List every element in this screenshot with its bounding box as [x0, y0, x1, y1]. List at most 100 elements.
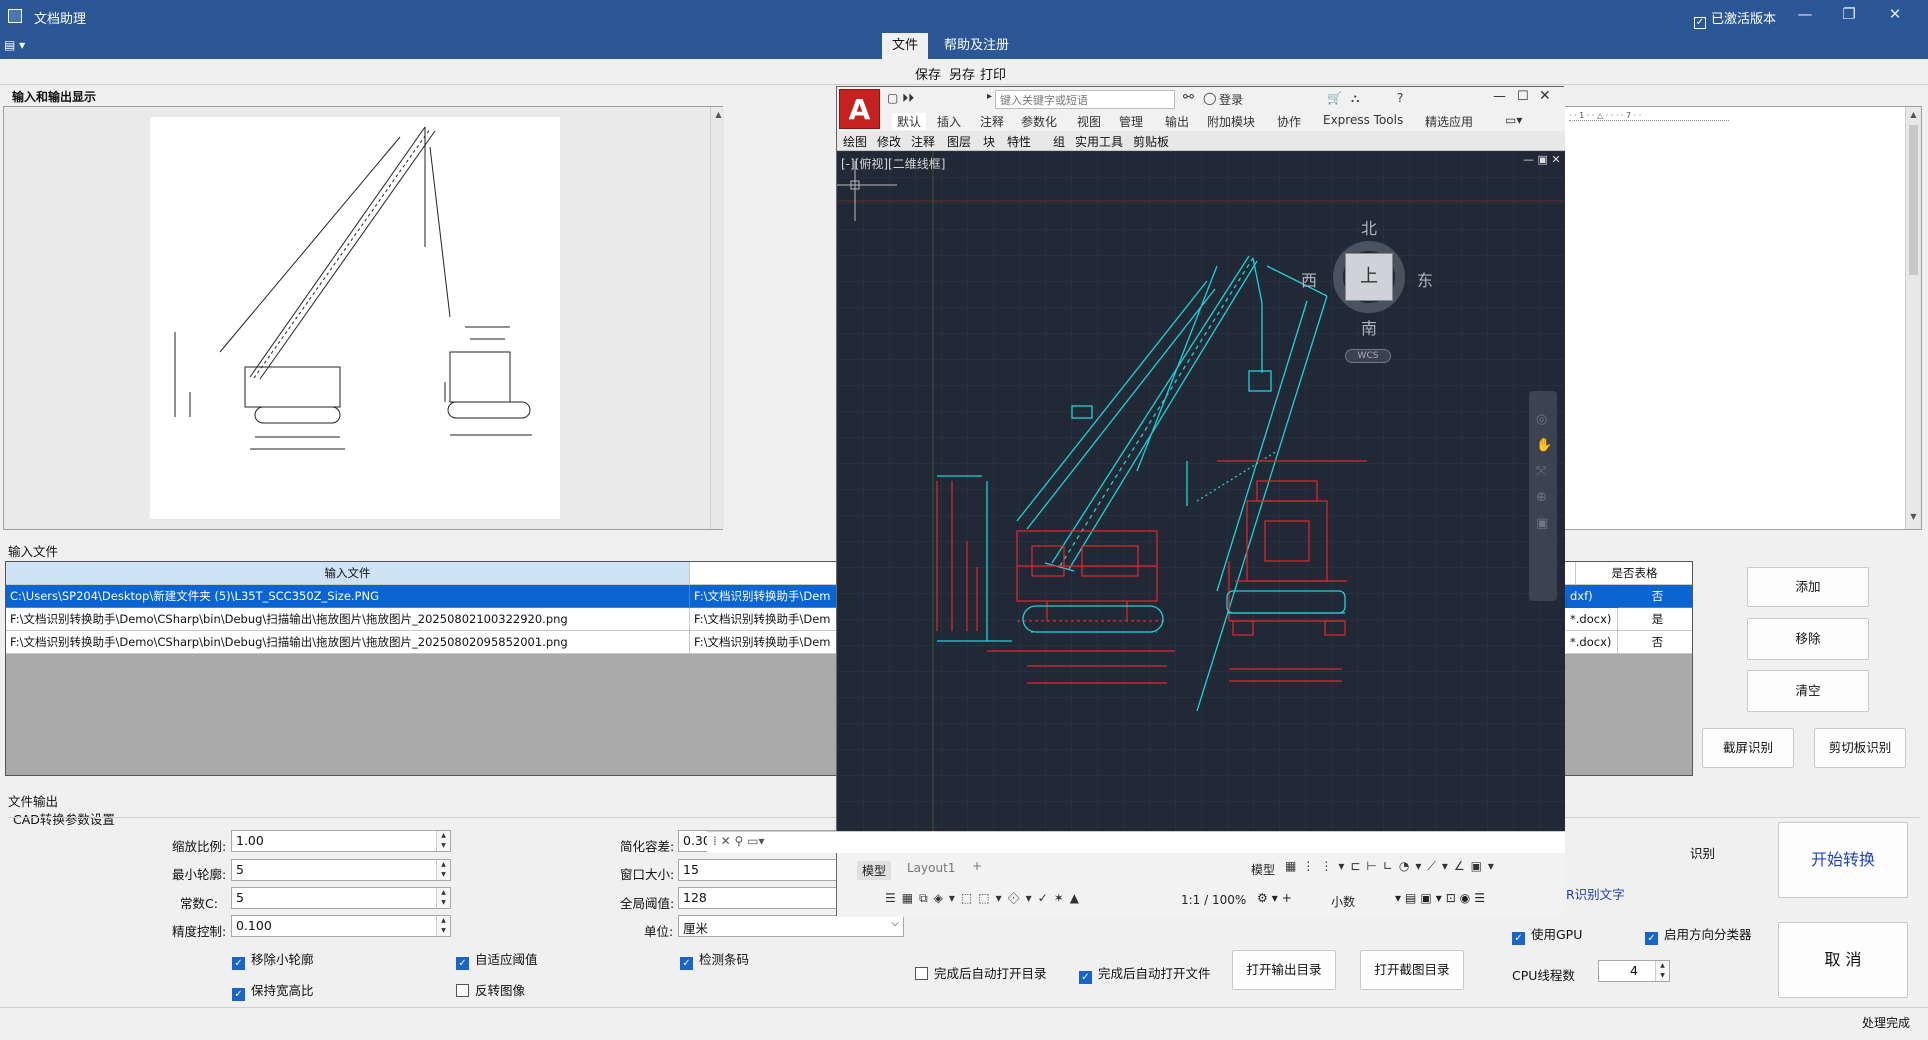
- output-scrollbar[interactable]: ▲ ▼: [1905, 107, 1921, 529]
- viewcube[interactable]: 上 北 南 东 西: [1301, 219, 1433, 339]
- annotation-scale[interactable]: 1:1 / 100%: [1181, 893, 1246, 907]
- command-close-icon[interactable]: ⁞ ✕ ⚲ ▭▾: [713, 834, 764, 848]
- start-convert-button[interactable]: 开始转换: [1778, 822, 1908, 898]
- autocad-logo-icon[interactable]: A: [839, 89, 880, 129]
- compass-east[interactable]: 东: [1417, 267, 1433, 291]
- acad-minimize-icon[interactable]: —: [1493, 89, 1506, 104]
- tab-layout1[interactable]: Layout1: [907, 861, 955, 875]
- cpu-threads-input[interactable]: 4 ▲ ▼: [1598, 960, 1670, 982]
- scale-stepper[interactable]: ▲ ▼: [436, 831, 450, 851]
- command-line[interactable]: ⁞ ✕ ⚲ ▭▾: [707, 831, 1565, 853]
- restore-button[interactable]: ❐: [1834, 5, 1864, 27]
- remove-button[interactable]: 移除: [1747, 618, 1869, 660]
- acad-close-icon[interactable]: ✕: [1539, 88, 1551, 104]
- compass-west[interactable]: 西: [1301, 267, 1317, 291]
- help-icon[interactable]: ?: [1397, 91, 1403, 105]
- tab-file[interactable]: 文件: [882, 33, 929, 59]
- cpu-threads-stepper[interactable]: ▲ ▼: [1655, 961, 1669, 981]
- nav-icons[interactable]: ◎ ✋ ⤧ ⊕ ▣: [1536, 407, 1552, 537]
- quick-access-icon[interactable]: ▤ ▾: [4, 38, 25, 52]
- a360-icon[interactable]: ⛬: [1351, 91, 1359, 106]
- autocad-window[interactable]: A ▢ ⏵⏵ ▸ 键入关键字或短语 ⚯ ◯ 登录 🛒 ⛬ ? — ☐ ✕ 默认 …: [707, 86, 1565, 917]
- const-c-input[interactable]: 5 ▲ ▼: [231, 887, 451, 909]
- cart-icon[interactable]: 🛒: [1327, 91, 1342, 105]
- panel-clipboard[interactable]: 剪贴板: [1133, 133, 1169, 150]
- units-select[interactable]: 小数: [1331, 893, 1355, 910]
- panel-annotate[interactable]: 注释: [911, 133, 935, 150]
- screen-ocr-button[interactable]: 截屏识别: [1702, 728, 1794, 768]
- scroll-up-icon[interactable]: ▲: [713, 109, 724, 120]
- user-icon[interactable]: ◯: [1203, 91, 1216, 105]
- panel-draw[interactable]: 绘图: [843, 133, 867, 150]
- status-tool-icons[interactable]: ▦⋮⋮▾⊏⊢∟◔▾⟋▾∠▣▾: [1285, 859, 1500, 874]
- acad-drawing-canvas[interactable]: [-][俯视][二维线框] — ▣ ✕ 上 北 南 东 西 WCS ◎ ✋ ⤧ ⊕ ▣: [837, 151, 1565, 859]
- open-output-dir-button[interactable]: 打开输出目录: [1232, 950, 1336, 990]
- scroll-thumb[interactable]: [1909, 125, 1918, 275]
- compass-south[interactable]: 南: [1361, 315, 1377, 339]
- panel-groups[interactable]: 组: [1053, 133, 1065, 150]
- adaptive-checkbox[interactable]: ✓ 自适应阈值: [456, 949, 538, 970]
- invert-checkbox[interactable]: 反转图像: [456, 980, 525, 999]
- window-size-input[interactable]: 15: [678, 859, 838, 881]
- precision-input[interactable]: 0.100 ▲ ▼: [231, 915, 451, 937]
- compass-north[interactable]: 北: [1361, 215, 1377, 239]
- acad-tab-param[interactable]: 参数化: [1021, 113, 1057, 130]
- precision-stepper[interactable]: ▲ ▼: [436, 916, 450, 936]
- settings-icon[interactable]: ⚙▾+: [1257, 891, 1296, 905]
- acad-tab-manage[interactable]: 管理: [1119, 113, 1143, 130]
- acad-tab-addins[interactable]: 附加模块: [1207, 113, 1255, 130]
- open-file-after-checkbox[interactable]: ✓ 完成后自动打开文件: [1079, 963, 1211, 984]
- acad-search-input[interactable]: 键入关键字或短语: [995, 90, 1175, 109]
- wcs-menu[interactable]: WCS: [1345, 349, 1391, 363]
- acad-tab-annotate[interactable]: 注释: [980, 113, 1004, 130]
- panel-properties[interactable]: 特性: [1007, 133, 1031, 150]
- min-contour-stepper[interactable]: ▲ ▼: [436, 860, 450, 880]
- col-input[interactable]: 输入文件: [6, 562, 690, 585]
- minimize-button[interactable]: —: [1790, 5, 1820, 27]
- tab-add[interactable]: +: [972, 859, 982, 873]
- acad-tab-featured[interactable]: 精选应用: [1425, 113, 1473, 130]
- save-button[interactable]: 保存: [915, 64, 941, 83]
- tab-model[interactable]: 模型: [857, 861, 892, 880]
- preview-scrollbar[interactable]: ▲: [710, 107, 724, 529]
- scale-input[interactable]: 1.00 ▲ ▼: [231, 830, 451, 852]
- cancel-button[interactable]: 取 消: [1778, 922, 1908, 998]
- ocr-text-fragment[interactable]: R识别文字: [1566, 884, 1625, 903]
- status-tool-icons-3[interactable]: ▾▤▣▾⊡◉☰: [1395, 891, 1489, 905]
- close-button[interactable]: ✕: [1880, 5, 1910, 27]
- acad-tab-default[interactable]: 默认: [892, 113, 927, 130]
- scroll-down-icon[interactable]: ▼: [1908, 511, 1919, 522]
- use-gpu-checkbox[interactable]: ✓ 使用GPU: [1512, 924, 1582, 945]
- viewcube-top[interactable]: 上: [1345, 253, 1393, 301]
- acad-tab-express[interactable]: Express Tools: [1323, 113, 1403, 127]
- clear-button[interactable]: 清空: [1747, 670, 1869, 712]
- acad-tab-collab[interactable]: 协作: [1277, 113, 1301, 130]
- panel-modify[interactable]: 修改: [877, 133, 901, 150]
- col-is-table[interactable]: 是否表格: [1576, 562, 1692, 585]
- login-link[interactable]: 登录: [1219, 91, 1243, 108]
- viewport-min-icon[interactable]: — ▣ ✕: [1523, 153, 1561, 166]
- add-button[interactable]: 添加: [1747, 567, 1869, 607]
- remove-small-checkbox[interactable]: ✓ 移除小轮廓: [232, 949, 314, 970]
- model-space-button[interactable]: 模型: [1251, 861, 1275, 878]
- tab-help[interactable]: 帮助及注册: [934, 33, 1019, 59]
- acad-restore-icon[interactable]: ☐: [1517, 89, 1529, 104]
- new-file-icon[interactable]: ▢ ⏵⏵: [887, 91, 914, 106]
- acad-tab-output[interactable]: 输出: [1165, 113, 1189, 130]
- dir-classifier-checkbox[interactable]: ✓ 启用方向分类器: [1645, 924, 1752, 945]
- viewport-label[interactable]: [-][俯视][二维线框]: [841, 155, 945, 172]
- save-as-button[interactable]: 另存: [949, 64, 975, 83]
- open-screenshot-dir-button[interactable]: 打开截图目录: [1360, 950, 1464, 990]
- const-c-stepper[interactable]: ▲ ▼: [436, 888, 450, 908]
- binoculars-icon[interactable]: ⚯: [1183, 90, 1194, 105]
- keep-ratio-checkbox[interactable]: ✓ 保持宽高比: [232, 980, 314, 1001]
- ribbon-toggle-icon[interactable]: ▭▾: [1505, 113, 1522, 127]
- acad-tab-insert[interactable]: 插入: [937, 113, 961, 130]
- panel-layers[interactable]: 图层: [947, 133, 971, 150]
- acad-tab-view[interactable]: 视图: [1077, 113, 1101, 130]
- print-button[interactable]: 打印: [980, 64, 1006, 83]
- min-contour-input[interactable]: 5 ▲ ▼: [231, 859, 451, 881]
- unit-select[interactable]: 厘米 ⌵: [678, 915, 904, 937]
- status-tool-icons-2[interactable]: ☰▦⧉◈▾⬚⬚▾⟐▾✓✶▲: [885, 891, 1085, 906]
- detect-bars-checkbox[interactable]: ✓ 检测条码: [680, 949, 749, 970]
